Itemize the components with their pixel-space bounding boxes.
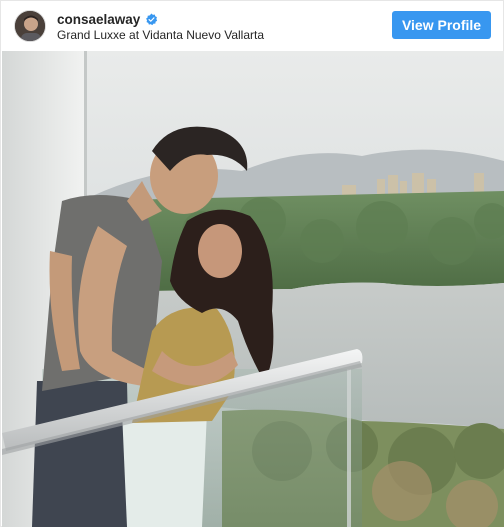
- location-link[interactable]: Grand Luxxe at Vidanta Nuevo Vallarta: [57, 28, 264, 42]
- username-link[interactable]: consaelaway: [57, 12, 140, 27]
- post-photo[interactable]: [2, 51, 504, 527]
- username-row: consaelaway: [57, 10, 158, 28]
- instagram-embed-card: consaelaway Grand Luxxe at Vidanta Nuevo…: [0, 0, 504, 527]
- post-header: consaelaway Grand Luxxe at Vidanta Nuevo…: [1, 1, 503, 51]
- verified-badge-icon: [145, 13, 158, 26]
- profile-avatar[interactable]: [14, 10, 46, 42]
- view-profile-button[interactable]: View Profile: [392, 11, 491, 39]
